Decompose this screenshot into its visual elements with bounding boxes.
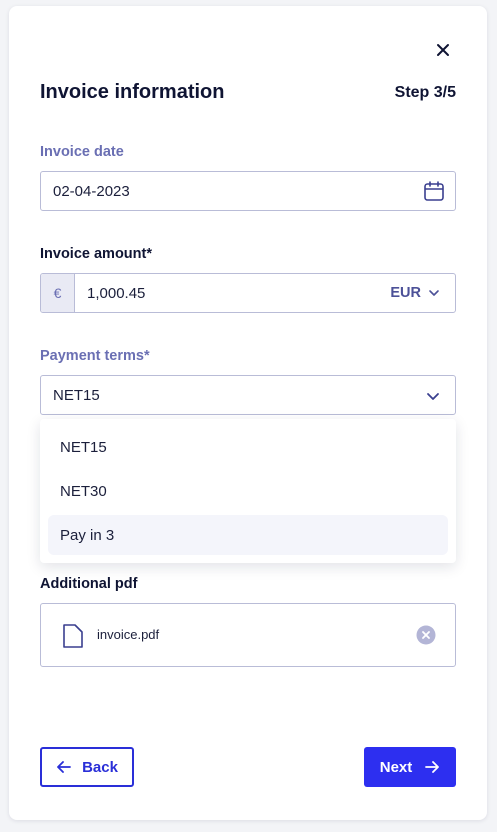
currency-symbol-prefix: € [41, 274, 75, 312]
dropdown-option-pay-in-3[interactable]: Pay in 3 [48, 515, 448, 555]
invoice-amount-field[interactable]: € 1,000.45 EUR [40, 273, 456, 313]
invoice-date-label: Invoice date [40, 144, 124, 160]
file-attachment: invoice.pdf [40, 603, 456, 667]
close-button[interactable] [430, 37, 456, 63]
next-button[interactable]: Next [364, 747, 456, 787]
back-button[interactable]: Back [40, 747, 134, 787]
currency-select[interactable]: EUR [390, 285, 455, 301]
step-indicator: Step 3/5 [394, 84, 456, 101]
payment-terms-select[interactable]: NET15 [40, 375, 456, 415]
calendar-icon[interactable] [423, 180, 445, 202]
dropdown-option-net15[interactable]: NET15 [48, 427, 448, 467]
dropdown-option-net30[interactable]: NET30 [48, 471, 448, 511]
next-button-label: Next [379, 758, 413, 776]
invoice-amount-label: Invoice amount* [40, 246, 152, 262]
close-icon [437, 44, 449, 56]
chevron-down-icon [427, 393, 439, 400]
back-button-label: Back [82, 758, 118, 776]
invoice-amount-value[interactable]: 1,000.45 [75, 285, 390, 302]
page-title: Invoice information [40, 81, 225, 103]
currency-select-label: EUR [390, 285, 421, 301]
payment-terms-label: Payment terms* [40, 348, 150, 364]
invoice-date-value[interactable]: 02-04-2023 [41, 183, 455, 200]
remove-circle-icon[interactable] [416, 625, 436, 645]
arrow-right-icon [425, 761, 440, 773]
arrow-left-icon [57, 761, 71, 773]
chevron-down-icon [429, 290, 439, 296]
file-name: invoice.pdf [97, 627, 160, 642]
payment-terms-dropdown: NET15 NET30 Pay in 3 [40, 419, 456, 563]
payment-terms-selected: NET15 [53, 386, 100, 404]
file-icon [63, 624, 83, 648]
additional-pdf-label: Additional pdf [40, 576, 138, 592]
invoice-date-field[interactable]: 02-04-2023 [40, 171, 456, 211]
